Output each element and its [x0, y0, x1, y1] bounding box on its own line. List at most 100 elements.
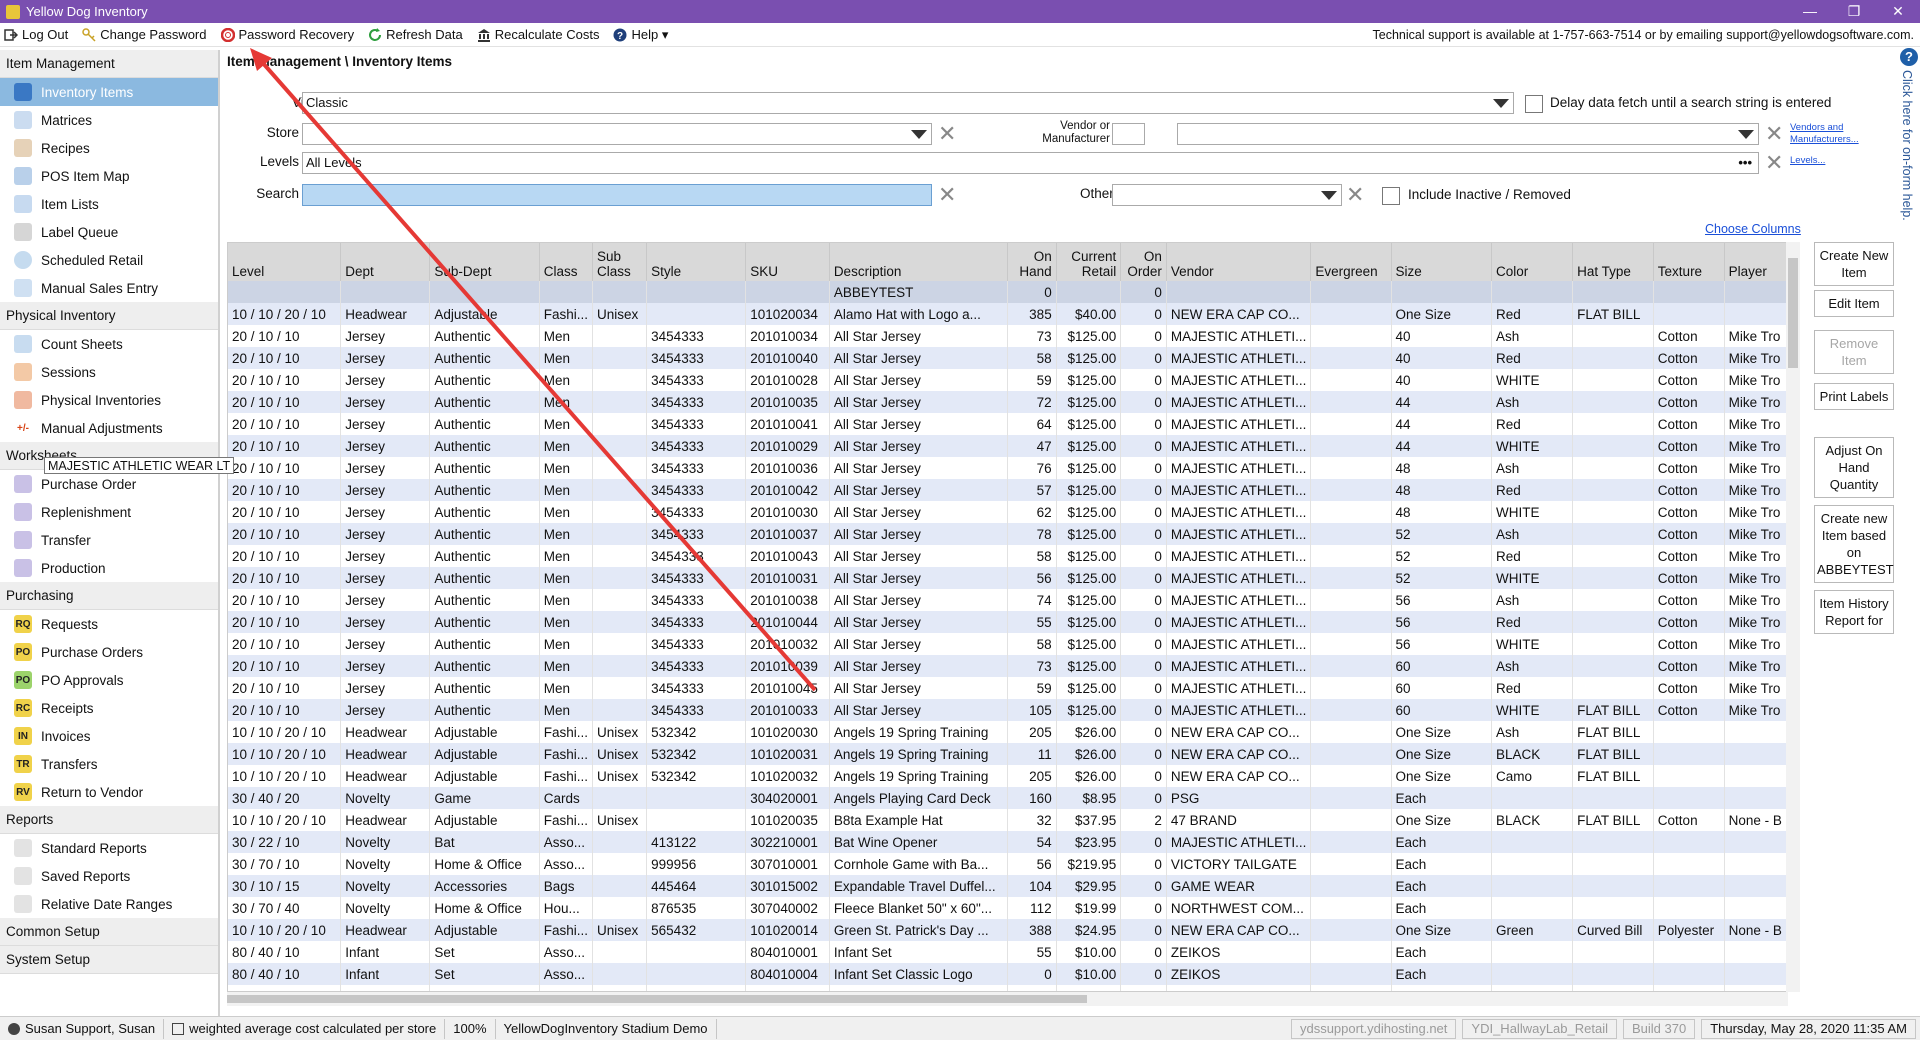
table-row[interactable]: 20 / 10 / 10 Jersey Authentic Men 3454333 201…: [228, 325, 1787, 347]
table-row[interactable]: 20 / 10 / 10 Jersey Authentic Men 3454333 201…: [228, 391, 1787, 413]
table-cell[interactable]: 0: [1120, 281, 1167, 303]
column-header[interactable]: Evergreen: [1310, 243, 1392, 281]
clear-store-icon[interactable]: ✕: [938, 123, 956, 145]
sidebar-item-standard-reports[interactable]: Standard Reports: [0, 834, 218, 862]
table-row[interactable]: 20 / 10 / 10 Jersey Authentic Men 3454333 201…: [228, 655, 1787, 677]
column-header[interactable]: Style: [646, 243, 747, 281]
table-row[interactable]: 20 / 10 / 10 Jersey Authentic Men 3454333 201…: [228, 479, 1787, 501]
vertical-scrollbar[interactable]: [1786, 242, 1800, 992]
create-new-item-button[interactable]: Create New Item: [1814, 242, 1894, 286]
table-cell[interactable]: [1391, 281, 1492, 303]
table-row[interactable]: 30 / 22 / 10 Novelty Bat Asso... 413122 30221…: [228, 831, 1787, 853]
table-cell[interactable]: [340, 281, 431, 303]
levels-link[interactable]: Levels...: [1790, 155, 1825, 167]
item-history-report-button[interactable]: Item History Report for: [1814, 590, 1894, 634]
store-select[interactable]: [302, 123, 932, 145]
table-row[interactable]: 10 / 10 / 20 / 10HeadwearAdjustableFashi…: [228, 985, 1787, 991]
adjust-on-hand-button[interactable]: Adjust On Hand Quantity: [1814, 437, 1894, 498]
recalculate-costs-button[interactable]: Recalculate Costs: [473, 27, 599, 42]
sidebar-item-po-approvals[interactable]: PO PO Approvals: [0, 666, 218, 694]
table-cell[interactable]: [592, 281, 648, 303]
table-row[interactable]: 20 / 10 / 10 Jersey Authentic Men 3454333 201…: [228, 545, 1787, 567]
table-cell[interactable]: [1166, 281, 1312, 303]
sidebar-item-scheduled-retail[interactable]: Scheduled Retail: [0, 246, 218, 274]
table-row[interactable]: 20 / 10 / 10 Jersey Authentic Men 3454333 201…: [228, 347, 1787, 369]
column-header[interactable]: Description: [829, 243, 1009, 281]
table-row[interactable]: 20 / 10 / 10 Jersey Authentic Men 3454333 201…: [228, 611, 1787, 633]
table-row[interactable]: 30 / 10 / 15 Novelty Accessories Bags 445464…: [228, 875, 1787, 897]
section-reports[interactable]: Reports: [0, 806, 218, 834]
column-header[interactable]: SKU: [745, 243, 830, 281]
column-header[interactable]: Class: [539, 243, 593, 281]
view-select[interactable]: Classic: [302, 92, 1514, 114]
column-header[interactable]: On Order: [1120, 243, 1167, 281]
refresh-data-button[interactable]: Refresh Data: [364, 27, 463, 42]
table-cell[interactable]: [1724, 281, 1787, 303]
include-inactive-checkbox[interactable]: [1382, 187, 1400, 205]
column-header[interactable]: Hat Type: [1572, 243, 1654, 281]
edit-item-button[interactable]: Edit Item: [1814, 290, 1894, 317]
column-header[interactable]: Current Retail: [1056, 243, 1122, 281]
restore-button[interactable]: ❐: [1832, 3, 1876, 20]
scroll-thumb[interactable]: [1788, 258, 1798, 368]
sidebar-item-label-queue[interactable]: Label Queue: [0, 218, 218, 246]
table-row[interactable]: 20 / 10 / 10 Jersey Authentic Men 3454333 201…: [228, 369, 1787, 391]
sidebar-item-purchase-order[interactable]: Purchase Order: [0, 470, 218, 498]
form-help-panel[interactable]: ? Click here for on-form help.: [1898, 48, 1920, 248]
help-menu[interactable]: ? Help ▾: [609, 27, 668, 43]
column-header[interactable]: Sub Class: [592, 243, 648, 281]
close-button[interactable]: ✕: [1876, 3, 1920, 20]
sidebar-item-manual-adjustments[interactable]: +/- Manual Adjustments: [0, 414, 218, 442]
column-header[interactable]: Dept: [340, 243, 431, 281]
section-physical-inventory[interactable]: Physical Inventory: [0, 302, 218, 330]
minimize-button[interactable]: —: [1788, 3, 1832, 20]
sidebar-item-recipes[interactable]: Recipes: [0, 134, 218, 162]
column-header[interactable]: Level: [228, 243, 342, 281]
table-cell[interactable]: [646, 281, 747, 303]
table-row[interactable]: 20 / 10 / 10 Jersey Authentic Men 3454333 201…: [228, 413, 1787, 435]
sidebar-item-sessions[interactable]: Sessions: [0, 358, 218, 386]
table-row[interactable]: 30 / 70 / 10 Novelty Home & Office Asso... 9…: [228, 853, 1787, 875]
table-row[interactable]: 20 / 10 / 10 Jersey Authentic Men 3454333 201…: [228, 435, 1787, 457]
column-header[interactable]: Size: [1391, 243, 1492, 281]
vendor-code-input[interactable]: [1112, 123, 1145, 145]
vendors-link[interactable]: Vendors and Manufacturers...: [1790, 122, 1870, 146]
table-row[interactable]: 20 / 10 / 10 Jersey Authentic Men 3454333 201…: [228, 501, 1787, 523]
column-header[interactable]: Player: [1724, 243, 1787, 281]
column-header[interactable]: Color: [1491, 243, 1574, 281]
table-row[interactable]: 20 / 10 / 10 Jersey Authentic Men 3454333 201…: [228, 457, 1787, 479]
column-header[interactable]: Sub-Dept: [429, 243, 540, 281]
table-cell[interactable]: [1310, 281, 1392, 303]
print-labels-button[interactable]: Print Labels: [1814, 383, 1894, 410]
sidebar-item-purchase-orders[interactable]: PO Purchase Orders: [0, 638, 218, 666]
table-cell[interactable]: [1572, 281, 1654, 303]
horizontal-scrollbar[interactable]: [227, 992, 1788, 1006]
password-recovery-button[interactable]: Password Recovery: [217, 27, 354, 42]
sidebar-item-transfer[interactable]: Transfer: [0, 526, 218, 554]
table-cell[interactable]: ABBEYTEST: [829, 281, 1009, 303]
table-row[interactable]: 20 / 10 / 10 Jersey Authentic Men 3454333 201…: [228, 523, 1787, 545]
sidebar-item-requests[interactable]: RQ Requests: [0, 610, 218, 638]
table-row[interactable]: 10 / 10 / 20 / 10HeadwearAdjustableFashi…: [228, 303, 1787, 325]
sidebar-item-invoices[interactable]: IN Invoices: [0, 722, 218, 750]
sidebar-item-transfers[interactable]: TR Transfers: [0, 750, 218, 778]
section-common-setup[interactable]: Common Setup: [0, 918, 218, 946]
table-cell[interactable]: [539, 281, 593, 303]
sidebar-item-physical-inventories[interactable]: Physical Inventories: [0, 386, 218, 414]
sidebar-item-item-lists[interactable]: Item Lists: [0, 190, 218, 218]
scroll-thumb[interactable]: [227, 995, 1087, 1003]
table-row[interactable]: 10 / 10 / 20 / 10HeadwearAdjustableFashi…: [228, 721, 1787, 743]
table-cell[interactable]: [429, 281, 540, 303]
vendor-select[interactable]: [1177, 123, 1759, 145]
search-input[interactable]: [302, 184, 932, 206]
table-cell[interactable]: [1056, 281, 1122, 303]
column-header[interactable]: Vendor: [1166, 243, 1312, 281]
sidebar-item-relative-date-ranges[interactable]: Relative Date Ranges: [0, 890, 218, 918]
sidebar-item-saved-reports[interactable]: Saved Reports: [0, 862, 218, 890]
log-out-button[interactable]: Log Out: [0, 27, 68, 42]
sidebar-item-receipts[interactable]: RC Receipts: [0, 694, 218, 722]
table-cell[interactable]: 0: [1007, 281, 1057, 303]
clear-vendor-icon[interactable]: ✕: [1765, 123, 1783, 145]
delay-fetch-checkbox[interactable]: [1525, 95, 1543, 113]
table-row[interactable]: 20 / 10 / 10 Jersey Authentic Men 3454333 201…: [228, 633, 1787, 655]
